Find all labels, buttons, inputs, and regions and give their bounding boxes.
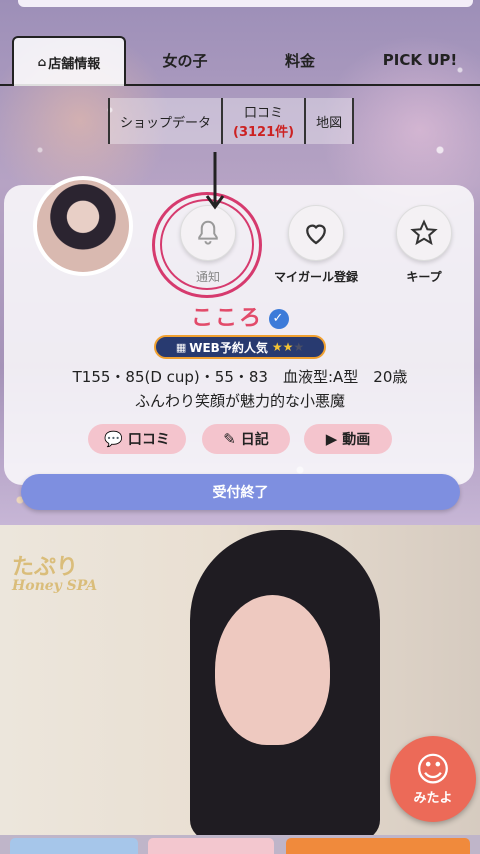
web-reservation-badge: ▦ WEB予約人気 ★★★ bbox=[154, 335, 326, 359]
diary-button[interactable]: ✎ 日記 bbox=[202, 424, 290, 454]
photo-face bbox=[215, 595, 330, 745]
keep-button[interactable] bbox=[396, 205, 452, 261]
keep-label: キープ bbox=[406, 270, 442, 284]
video-camera-icon: ▶ bbox=[325, 430, 338, 448]
down-arrow-icon bbox=[205, 152, 225, 210]
tabs-divider-gap bbox=[14, 84, 124, 86]
girl-catchphrase: ふんわり笑顔が魅力的な小悪魔 bbox=[134, 392, 345, 410]
reception-closed-button[interactable]: 受付終了 bbox=[21, 474, 460, 510]
sub-navigation: ショップデータ 口コミ (3121件) 地図 bbox=[108, 98, 355, 144]
heart-icon bbox=[306, 224, 326, 245]
tab-price-label: 料金 bbox=[284, 51, 315, 70]
tab-pickup[interactable]: PICK UP! bbox=[365, 36, 475, 84]
subnav-map[interactable]: 地図 bbox=[304, 98, 355, 144]
reviews-button[interactable]: 💬 口コミ bbox=[88, 424, 186, 454]
tab-girls-label: 女の子 bbox=[162, 51, 208, 70]
video-button[interactable]: ▶ 動画 bbox=[304, 424, 392, 454]
my-girl-button[interactable] bbox=[288, 205, 344, 261]
mitayo-button[interactable]: ☺ みたよ bbox=[390, 736, 476, 822]
subnav-shop-data-label: ショップデータ bbox=[120, 115, 212, 131]
bottom-action-3[interactable] bbox=[286, 838, 470, 854]
subnav-reviews-count: (3121件) bbox=[233, 125, 295, 140]
bottom-action-2[interactable] bbox=[148, 838, 274, 854]
tab-pickup-label: PICK UP! bbox=[382, 51, 458, 69]
girl-name: こころ ✓ bbox=[0, 300, 480, 332]
subnav-reviews-label: 口コミ bbox=[244, 106, 284, 121]
badge-label: WEB予約人気 bbox=[189, 340, 268, 355]
main-tabs: ⌂ 店舗情報 女の子 料金 PICK UP! bbox=[0, 36, 480, 86]
header-strip bbox=[18, 0, 473, 7]
video-button-label: 動画 bbox=[342, 432, 371, 448]
tab-girls[interactable]: 女の子 bbox=[140, 36, 230, 84]
my-girl-label: マイガール登録 bbox=[273, 270, 358, 284]
avatar[interactable] bbox=[33, 176, 133, 276]
girl-stats: T155・85(D cup)・55・83 血液型:A型 20歳 bbox=[72, 368, 408, 386]
tab-shop-info-label: 店舗情報 bbox=[48, 56, 101, 72]
subnav-map-label: 地図 bbox=[316, 115, 343, 131]
rating-star-icon: ★ bbox=[282, 340, 294, 354]
subnav-shop-data[interactable]: ショップデータ bbox=[108, 98, 222, 144]
mitayo-label: みたよ bbox=[413, 790, 453, 806]
speech-bubble-icon: 💬 bbox=[104, 430, 123, 448]
smile-icon: ☺ bbox=[415, 749, 451, 790]
shop-logo: たぷり Honey SPA bbox=[12, 554, 98, 595]
bottom-action-1[interactable] bbox=[10, 838, 138, 854]
home-icon: ⌂ bbox=[37, 55, 47, 69]
tab-price[interactable]: 料金 bbox=[255, 36, 345, 84]
tab-shop-info[interactable]: ⌂ 店舗情報 bbox=[12, 36, 126, 86]
calendar-icon: ▦ bbox=[175, 340, 187, 354]
girl-name-text: こころ bbox=[190, 306, 263, 331]
star-icon bbox=[410, 219, 438, 246]
diary-button-label: 日記 bbox=[240, 432, 269, 448]
reviews-button-label: 口コミ bbox=[127, 432, 170, 448]
highlight-ring-inner bbox=[160, 199, 254, 290]
verified-icon: ✓ bbox=[269, 309, 289, 329]
subnav-reviews[interactable]: 口コミ (3121件) bbox=[221, 98, 305, 144]
rating-star-icon: ★ bbox=[271, 340, 283, 354]
rating-star-empty-icon: ★ bbox=[293, 340, 305, 354]
edit-icon: ✎ bbox=[223, 430, 236, 448]
rating-stars: ★★★ bbox=[272, 340, 304, 354]
